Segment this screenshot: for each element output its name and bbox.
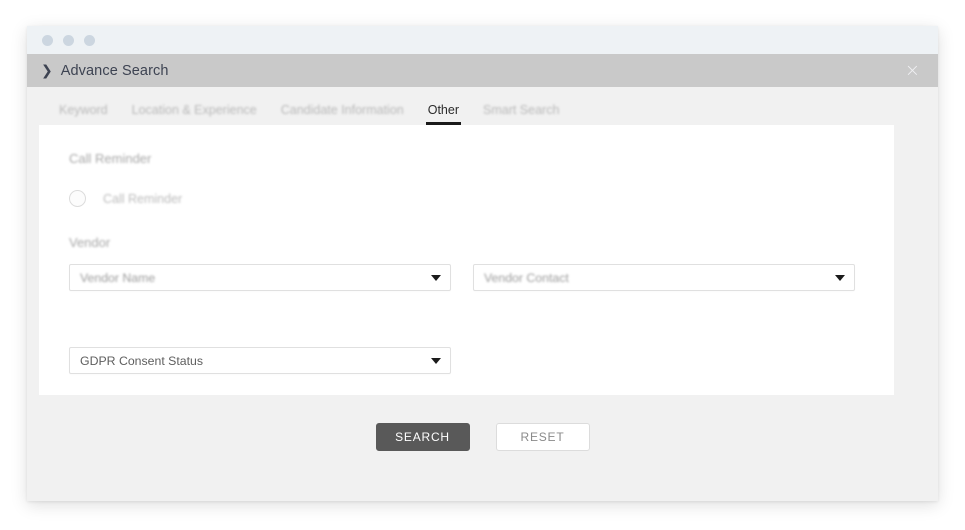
caret-down-icon — [431, 274, 441, 281]
gdpr-select-row: GDPR Consent Status — [69, 347, 864, 374]
window-dot-minimize[interactable] — [63, 34, 74, 46]
tab-smart-search-label: Smart Search — [483, 103, 560, 117]
form-actions: SEARCH RESET — [39, 395, 926, 451]
tab-keyword[interactable]: Keyword — [47, 103, 120, 125]
vendor-select-row: Vendor Name Vendor Contact — [69, 264, 864, 291]
panel-header: ❯ Advance Search × — [27, 54, 938, 87]
page-title: Advance Search — [60, 62, 169, 79]
chevron-right-icon[interactable]: ❯ — [41, 64, 53, 78]
advance-search-window: ❯ Advance Search × Keyword Location & Ex… — [27, 26, 938, 501]
call-reminder-row: Call Reminder — [69, 190, 864, 207]
tab-other[interactable]: Other — [416, 103, 471, 125]
vendor-contact-select-value: Vendor Contact — [484, 270, 569, 285]
panel-body: Keyword Location & Experience Candidate … — [27, 87, 938, 501]
panel-header-left: ❯ Advance Search — [41, 63, 169, 79]
window-titlebar — [27, 26, 938, 54]
search-form-card: Call Reminder Call Reminder Vendor Vendo… — [39, 125, 894, 395]
caret-down-icon — [431, 357, 441, 364]
close-icon[interactable]: × — [905, 61, 920, 80]
vendor-section-label: Vendor — [69, 235, 111, 250]
tab-candidate-information-label: Candidate Information — [280, 103, 404, 117]
call-reminder-radio[interactable] — [69, 190, 86, 207]
call-reminder-section-label: Call Reminder — [69, 151, 152, 166]
caret-down-icon — [835, 274, 845, 281]
reset-button[interactable]: RESET — [495, 423, 590, 451]
tab-bar: Keyword Location & Experience Candidate … — [39, 87, 926, 125]
call-reminder-radio-label: Call Reminder — [103, 191, 183, 206]
window-dot-maximize[interactable] — [84, 34, 95, 46]
tab-candidate-information[interactable]: Candidate Information — [269, 103, 416, 125]
vendor-section: Vendor — [69, 235, 864, 250]
vendor-contact-select[interactable]: Vendor Contact — [473, 264, 855, 291]
search-button[interactable]: SEARCH — [375, 423, 470, 451]
vendor-name-select[interactable]: Vendor Name — [69, 264, 451, 291]
tab-location-experience[interactable]: Location & Experience — [120, 103, 269, 125]
tab-keyword-label: Keyword — [59, 103, 108, 117]
tab-other-label: Other — [427, 103, 459, 117]
gdpr-consent-status-select-value: GDPR Consent Status — [80, 353, 204, 368]
window-dot-close[interactable] — [42, 34, 53, 46]
vendor-name-select-value: Vendor Name — [80, 270, 156, 285]
gdpr-consent-status-select[interactable]: GDPR Consent Status — [69, 347, 451, 374]
tab-location-experience-label: Location & Experience — [131, 103, 257, 117]
tab-smart-search[interactable]: Smart Search — [471, 103, 571, 125]
